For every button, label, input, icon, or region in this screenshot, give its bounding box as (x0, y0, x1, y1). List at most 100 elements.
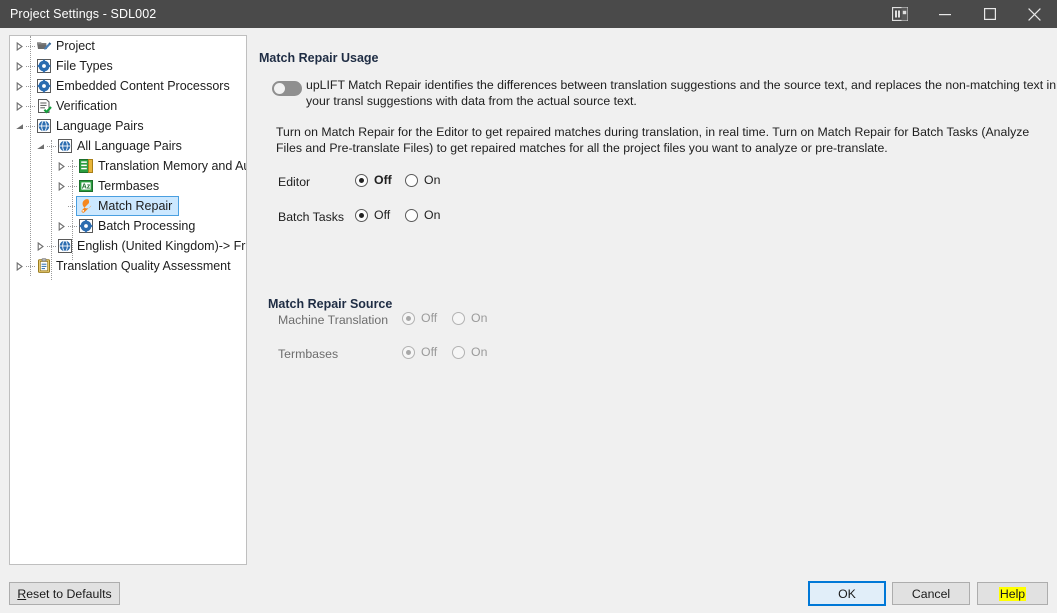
globe-blue-icon (57, 138, 73, 154)
tree-item-english-united-kingdom-french[interactable]: English (United Kingdom)-> French (10, 236, 246, 256)
radio-editor-on[interactable]: On (405, 173, 440, 187)
tree-connector (68, 156, 77, 176)
tree-item-batch-processing[interactable]: Batch Processing (10, 216, 246, 236)
tree-connector (26, 96, 35, 116)
radio-dot (355, 209, 368, 222)
radio-machine-translation-on: On (452, 311, 487, 325)
radio-label: Off (374, 208, 390, 222)
radio-batch-tasks-off[interactable]: Off (355, 208, 390, 222)
tree-connector (26, 36, 35, 56)
radio-dot (405, 209, 418, 222)
termbase-icon: Az (78, 178, 94, 194)
tree-connector (26, 76, 35, 96)
translation-memory-icon (78, 158, 94, 174)
window-title: Project Settings - SDL002 (10, 7, 156, 21)
tree-item-project[interactable]: Project (10, 36, 246, 56)
tree-expander-empty (54, 196, 68, 216)
minimize-icon[interactable] (922, 0, 967, 28)
chevron-down-icon[interactable] (33, 136, 47, 156)
info-paragraph: Turn on Match Repair for the Editor to g… (276, 124, 1057, 156)
chevron-right-icon[interactable] (54, 176, 68, 196)
chevron-right-icon[interactable] (12, 76, 26, 96)
tree-item-translation-quality-assessment[interactable]: Translation Quality Assessment (10, 256, 246, 276)
tree-item-label: English (United Kingdom)-> French (73, 239, 247, 253)
chevron-right-icon[interactable] (54, 216, 68, 236)
radio-label: On (424, 208, 440, 222)
tree-item-verification[interactable]: Verification (10, 96, 246, 116)
globe-blue-icon (36, 118, 52, 134)
reset-accelerator: R (17, 587, 26, 601)
tree-connector (68, 176, 77, 196)
radio-dot (402, 312, 415, 325)
radio-machine-translation-off: Off (402, 311, 437, 325)
tree-item-termbases[interactable]: AzTermbases (10, 176, 246, 196)
radio-dot (402, 346, 415, 359)
toggle-knob (274, 83, 285, 94)
radio-dot (405, 174, 418, 187)
radio-dot (452, 312, 465, 325)
tree-item-label: Match Repair (94, 199, 175, 213)
tree-connector (26, 56, 35, 76)
chevron-right-icon[interactable] (12, 36, 26, 56)
tree-connector (47, 136, 56, 156)
reset-label-rest: eset to Defaults (26, 587, 111, 601)
tree-item-label: Termbases (94, 179, 162, 193)
tree-connector (47, 236, 56, 256)
svg-text:Az: Az (82, 184, 91, 191)
tree-item-file-types[interactable]: File Types (10, 56, 246, 76)
tree-item-label: Translation Memory and Auto (94, 159, 247, 173)
tree-item-label: Project (52, 39, 98, 53)
tree-item-all-language-pairs[interactable]: All Language Pairs (10, 136, 246, 156)
tree-item-label: Language Pairs (52, 119, 147, 133)
settings-tree[interactable]: Project File Types Embedded Content Proces… (9, 35, 247, 565)
chevron-right-icon[interactable] (12, 256, 26, 276)
match-repair-settings-panel: Match Repair Usage upLIFT Match Repair i… (259, 28, 1057, 576)
wrench-icon (78, 198, 94, 214)
dock-window-icon[interactable] (877, 0, 922, 28)
chevron-right-icon[interactable] (12, 96, 26, 116)
title-bar: Project Settings - SDL002 (0, 0, 1057, 28)
tree-item-label: Embedded Content Processors (52, 79, 233, 93)
label-editor: Editor (278, 175, 310, 189)
chevron-right-icon[interactable] (33, 236, 47, 256)
verification-icon (36, 98, 52, 114)
tree-item-label: File Types (52, 59, 116, 73)
maximize-icon[interactable] (967, 0, 1012, 28)
project-icon (36, 38, 52, 54)
tree-item-language-pairs[interactable]: Language Pairs (10, 116, 246, 136)
match-repair-usage-heading: Match Repair Usage (259, 51, 378, 65)
radio-label: Off (374, 173, 392, 187)
help-button[interactable]: Help (977, 582, 1048, 605)
tree-item-embedded-content-processors[interactable]: Embedded Content Processors (10, 76, 246, 96)
ok-button[interactable]: OK (808, 581, 886, 606)
radio-label: Off (421, 311, 437, 325)
tree-connector (68, 216, 77, 236)
dialog-body: Project File Types Embedded Content Proces… (0, 28, 1057, 613)
radio-label: On (471, 345, 487, 359)
radio-termbases-on: On (452, 345, 487, 359)
chevron-right-icon[interactable] (12, 56, 26, 76)
tree-item-translation-memory-and-auto[interactable]: Translation Memory and Auto (10, 156, 246, 176)
tree-item-label: Verification (52, 99, 120, 113)
radio-editor-off[interactable]: Off (355, 173, 392, 187)
match-repair-master-toggle[interactable] (272, 81, 302, 96)
globe-blue-icon (57, 238, 73, 254)
label-termbases: Termbases (278, 347, 338, 361)
radio-batch-tasks-on[interactable]: On (405, 208, 440, 222)
radio-dot (355, 174, 368, 187)
clipboard-icon (36, 258, 52, 274)
close-icon[interactable] (1012, 0, 1057, 28)
tree-connector (26, 116, 35, 136)
tree-item-match-repair[interactable]: Match Repair (10, 196, 246, 216)
tree-rows: Project File Types Embedded Content Proces… (10, 36, 246, 276)
tree-item-label: Translation Quality Assessment (52, 259, 234, 273)
chevron-down-icon[interactable] (12, 116, 26, 136)
reset-to-defaults-button[interactable]: Reset to Defaults (9, 582, 120, 605)
help-label: Help (999, 587, 1026, 601)
chevron-right-icon[interactable] (54, 156, 68, 176)
radio-label: On (424, 173, 440, 187)
tree-connector (26, 256, 35, 276)
label-batch-tasks: Batch Tasks (278, 210, 344, 224)
cancel-button[interactable]: Cancel (892, 582, 970, 605)
gear-blue-icon (78, 218, 94, 234)
